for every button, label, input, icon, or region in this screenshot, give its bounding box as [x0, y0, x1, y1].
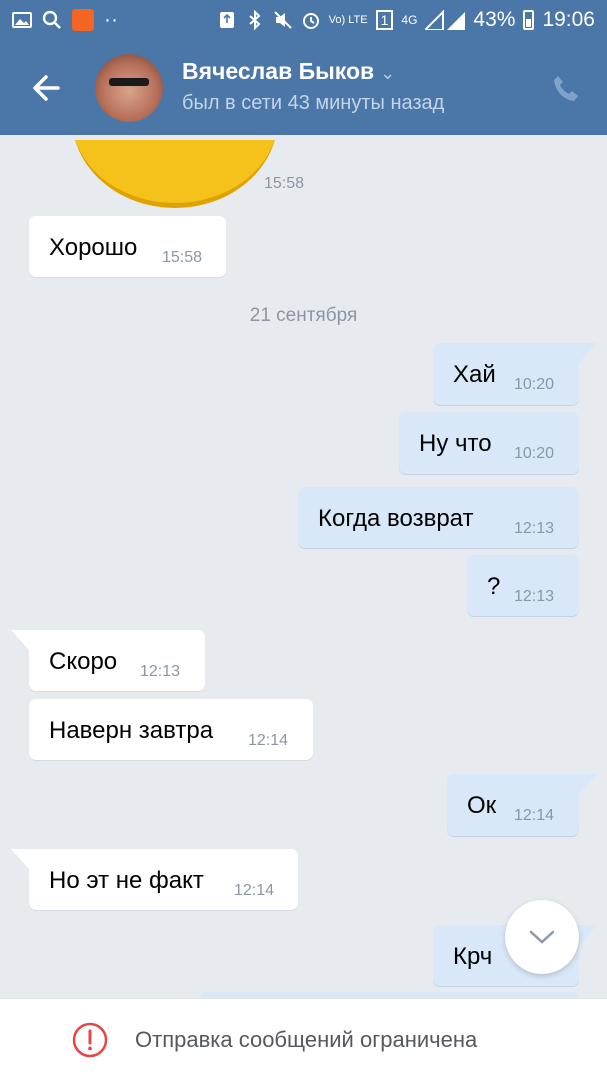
restriction-bar: Отправка сообщений ограничена	[0, 998, 607, 1081]
chevron-down-icon[interactable]: ⌄	[380, 63, 395, 84]
sim-icon: 1	[375, 10, 394, 30]
message-time: 12:14	[234, 882, 275, 899]
message-incoming[interactable]: Но эт не факт 12:14	[11, 849, 298, 910]
network-label: 4G	[401, 13, 418, 27]
bubble-tail	[11, 630, 41, 650]
date-separator: 21 сентября	[249, 305, 358, 326]
message-time: 10:20	[514, 445, 555, 462]
message-text: ?	[487, 573, 501, 600]
message-outgoing[interactable]: Когда возврат 12:13	[298, 487, 579, 548]
contact-name-text: Вячеслав Быков	[182, 58, 375, 84]
contact-status: был в сети 43 минуты назад	[182, 92, 445, 114]
message-text: Ок	[467, 792, 497, 819]
app-notification-icon	[72, 9, 94, 31]
restriction-message: Отправка сообщений ограничена	[135, 1027, 478, 1052]
message-time: 12:13	[140, 663, 181, 680]
message-outgoing[interactable]: ? 12:13	[467, 555, 579, 616]
message-incoming[interactable]: Хорошо 15:58	[29, 216, 226, 277]
message-time: 12:13	[514, 588, 555, 605]
message-text: Наверн завтра	[49, 717, 214, 744]
alarm-icon	[302, 13, 319, 29]
more-icon: ··	[104, 8, 118, 31]
search-icon	[42, 10, 61, 29]
message-time: 10:20	[514, 376, 555, 393]
volte-icon: Vo) LTE	[328, 13, 368, 26]
message-time: 12:14	[248, 732, 289, 749]
message-time: 12:13	[514, 520, 555, 537]
recycle-icon	[219, 12, 234, 28]
message-text: Скоро	[49, 648, 118, 675]
battery-icon	[523, 10, 535, 30]
chevron-down-icon	[529, 930, 555, 944]
chat-header: Вячеслав Быков ⌄ был в сети 43 минуты наз…	[0, 40, 607, 135]
back-arrow-icon[interactable]	[24, 66, 72, 110]
message-text: Хай	[453, 361, 496, 388]
message-time: 15:58	[264, 175, 305, 192]
message-text: Когда возврат	[318, 505, 474, 532]
bubble-tail	[567, 343, 597, 363]
phone-icon[interactable]	[550, 72, 584, 106]
bubble-tail	[567, 774, 597, 794]
alert-circle-icon	[72, 1022, 108, 1058]
message-time: 12:14	[514, 807, 555, 824]
mute-icon	[273, 11, 292, 29]
message-incoming[interactable]: Наверн завтра 12:14	[29, 699, 313, 760]
message-outgoing[interactable]: Ну что 10:20	[399, 412, 579, 474]
bubble-tail	[11, 849, 41, 869]
status-bar: ·· Vo) LTE 1 4G 43% 19:06	[0, 0, 607, 40]
message-outgoing[interactable]: Ок 12:14	[447, 774, 597, 836]
scroll-down-button[interactable]	[505, 900, 579, 974]
message-incoming[interactable]: Скоро 12:13	[11, 630, 205, 691]
message-text: Крч	[453, 943, 493, 970]
message-text: Хорошо	[49, 234, 138, 261]
battery-level: 43%	[473, 8, 516, 31]
message-text: Но эт не факт	[49, 867, 204, 894]
contact-name[interactable]: Вячеслав Быков ⌄	[182, 58, 395, 85]
message-time: 15:58	[162, 249, 203, 266]
bluetooth-icon	[248, 10, 261, 30]
message-text: Ну что	[419, 430, 492, 457]
clock: 19:06	[542, 8, 595, 31]
signal-icon	[425, 10, 466, 30]
avatar[interactable]	[95, 54, 163, 122]
gallery-icon	[12, 12, 32, 28]
message-outgoing[interactable]: Хай 10:20	[433, 343, 597, 405]
